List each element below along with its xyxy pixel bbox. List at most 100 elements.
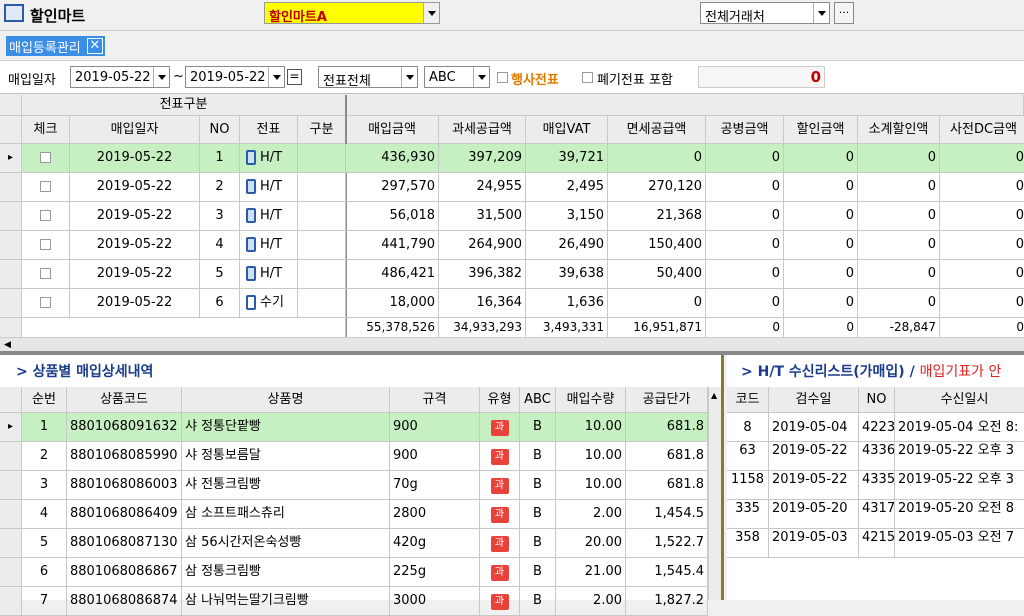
column-header[interactable]: 수신일시 [895, 387, 1024, 413]
grid-cell[interactable]: 3000 [390, 587, 480, 616]
grid-cell[interactable]: 2019-05-22 [769, 442, 859, 471]
row-checkbox-cell[interactable] [22, 289, 70, 318]
grid-cell[interactable]: 8801068091632 [67, 413, 182, 442]
grid-cell[interactable]: 70g [390, 471, 480, 500]
grid-cell[interactable]: 4335 [859, 471, 895, 500]
grid-cell[interactable]: 2019-05-03 오전 7 [895, 529, 1024, 558]
grid-cell[interactable]: 335 [727, 500, 769, 529]
grid-cell[interactable]: 20.00 [556, 529, 626, 558]
grid-cell[interactable]: 486,421 [346, 260, 439, 289]
slip-type-cell[interactable]: 수기 [240, 289, 298, 318]
scroll-up-icon[interactable]: ▲ [711, 391, 717, 400]
grid-cell[interactable]: 441,790 [346, 231, 439, 260]
grid-cell[interactable]: 4 [22, 500, 67, 529]
row-checkbox[interactable] [40, 239, 51, 250]
column-header[interactable]: 매입수량 [556, 387, 626, 413]
grid-cell[interactable]: 1 [200, 144, 240, 173]
column-header[interactable]: NO [859, 387, 895, 413]
grid-menu-icon[interactable] [0, 387, 22, 413]
grid-cell[interactable]: 샤 정통단팥빵 [182, 413, 390, 442]
grid-cell[interactable]: 900 [390, 442, 480, 471]
type-cell[interactable]: 과 [480, 413, 520, 442]
grid-cell[interactable]: 0 [858, 173, 940, 202]
grid-cell[interactable]: 삼 정통크림빵 [182, 558, 390, 587]
type-cell[interactable]: 과 [480, 558, 520, 587]
grid-cell[interactable]: 39,721 [526, 144, 608, 173]
grid-cell[interactable]: 8 [727, 413, 769, 442]
grid-cell[interactable]: 2019-05-03 [769, 529, 859, 558]
grid-cell[interactable]: B [520, 529, 556, 558]
row-checkbox[interactable] [40, 152, 51, 163]
grid-cell[interactable]: 63 [727, 442, 769, 471]
grid-cell[interactable]: 8801068086874 [67, 587, 182, 616]
grid-cell[interactable]: 0 [940, 173, 1024, 202]
grid-cell[interactable]: 2019-05-22 [70, 260, 200, 289]
row-indicator[interactable]: ▸ [0, 144, 22, 173]
row-indicator[interactable] [0, 529, 22, 558]
row-indicator[interactable] [0, 500, 22, 529]
column-header[interactable]: 순번 [22, 387, 67, 413]
grid-cell[interactable]: 2.00 [556, 500, 626, 529]
grid-cell[interactable]: B [520, 500, 556, 529]
grid-cell[interactable]: 0 [940, 202, 1024, 231]
grid-cell[interactable]: B [520, 471, 556, 500]
grid-cell[interactable]: B [520, 587, 556, 616]
chevron-down-icon[interactable] [473, 67, 489, 87]
grid-cell[interactable] [298, 173, 346, 202]
column-header[interactable]: 소계할인액 [858, 116, 940, 144]
grid-cell[interactable]: 397,209 [439, 144, 526, 173]
grid-cell[interactable]: 3 [200, 202, 240, 231]
close-icon[interactable]: ✕ [86, 38, 103, 54]
grid-cell[interactable]: 0 [706, 260, 784, 289]
date-equal-button[interactable]: = [287, 69, 302, 85]
row-checkbox[interactable] [40, 268, 51, 279]
grid-cell[interactable]: 2019-05-22 오후 3 [895, 471, 1024, 500]
column-header[interactable]: 전표 [240, 116, 298, 144]
grid-cell[interactable]: 삼 소프트패스츄리 [182, 500, 390, 529]
grid-cell[interactable]: 0 [940, 260, 1024, 289]
column-header[interactable]: 매입일자 [70, 116, 200, 144]
grid-cell[interactable]: 681.8 [626, 413, 708, 442]
grid-cell[interactable]: 8801068087130 [67, 529, 182, 558]
grid-cell[interactable]: 21.00 [556, 558, 626, 587]
grid-cell[interactable]: 2019-05-04 [769, 413, 859, 442]
chevron-down-icon[interactable] [813, 3, 829, 23]
grid-cell[interactable]: 7 [22, 587, 67, 616]
grid-cell[interactable]: 436,930 [346, 144, 439, 173]
column-header[interactable]: 할인금액 [784, 116, 858, 144]
grid-cell[interactable] [298, 260, 346, 289]
grid-cell[interactable]: 10.00 [556, 413, 626, 442]
grid-cell[interactable]: 0 [608, 144, 706, 173]
grid-cell[interactable]: 0 [940, 289, 1024, 318]
row-indicator[interactable] [0, 442, 22, 471]
grid-cell[interactable]: 3,150 [526, 202, 608, 231]
vendor-more-button[interactable]: ··· [834, 2, 854, 24]
column-header[interactable]: 유형 [480, 387, 520, 413]
top-grid-hscrollbar[interactable]: ◀ [0, 337, 1024, 351]
grid-cell[interactable]: 0 [940, 231, 1024, 260]
row-indicator[interactable] [0, 202, 22, 231]
row-indicator[interactable] [0, 558, 22, 587]
grid-cell[interactable]: 681.8 [626, 442, 708, 471]
grid-cell[interactable]: 21,368 [608, 202, 706, 231]
row-indicator[interactable] [0, 260, 22, 289]
grid-cell[interactable]: 샤 정통보름달 [182, 442, 390, 471]
grid-cell[interactable]: 0 [858, 202, 940, 231]
grid-cell[interactable] [298, 202, 346, 231]
column-header[interactable]: 코드 [727, 387, 769, 413]
grid-cell[interactable]: 0 [706, 144, 784, 173]
grid-cell[interactable]: 2,495 [526, 173, 608, 202]
grid-cell[interactable]: 2019-05-22 [70, 144, 200, 173]
column-header[interactable]: 체크 [22, 116, 70, 144]
grid-cell[interactable]: 0 [858, 260, 940, 289]
scroll-left-icon[interactable]: ◀ [4, 340, 11, 350]
slip-type-select[interactable]: 전표전체 [318, 66, 418, 88]
row-indicator[interactable]: ▸ [0, 413, 22, 442]
abc-select[interactable]: ABC [424, 66, 490, 88]
grid-cell[interactable]: 삼 나눠먹는딸기크림빵 [182, 587, 390, 616]
grid-cell[interactable]: 264,900 [439, 231, 526, 260]
grid-cell[interactable]: 2019-05-22 [70, 289, 200, 318]
row-checkbox-cell[interactable] [22, 173, 70, 202]
grid-cell[interactable]: 270,120 [608, 173, 706, 202]
grid-cell[interactable]: 297,570 [346, 173, 439, 202]
